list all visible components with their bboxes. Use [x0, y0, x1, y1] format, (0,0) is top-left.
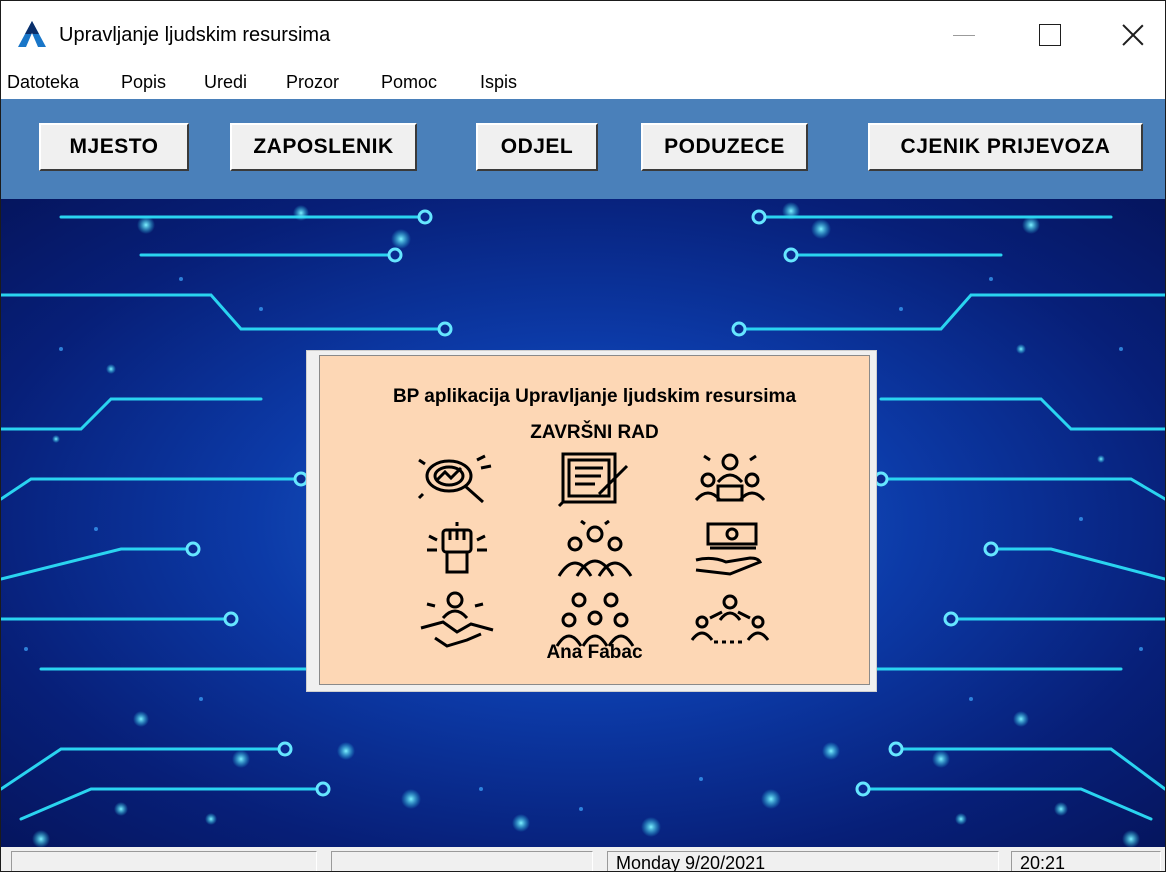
team-meeting-icon — [694, 453, 766, 502]
cjenik-prijevoza-button[interactable]: CJENIK PRIJEVOZA — [868, 123, 1143, 171]
author-name: Ana Fabac — [546, 642, 643, 663]
application-window: Upravljanje ljudskim resursima Datoteka … — [0, 0, 1166, 872]
window-title: Upravljanje ljudskim resursima — [59, 24, 331, 46]
magnifier-analysis-icon — [417, 454, 492, 504]
splash-subtitle: ZAVRŠNI RAD — [530, 422, 659, 443]
splash-title: BP aplikacija Upravljanje ljudskim resur… — [392, 386, 797, 407]
menu-bar: Datoteka Popis Uredi Prozor Pomoc Ispis — [1, 69, 1165, 99]
title-bar[interactable]: Upravljanje ljudskim resursima — [1, 1, 1165, 69]
splash-content: BP aplikacija Upravljanje ljudskim resur… — [319, 355, 870, 685]
document-edit-icon — [557, 452, 629, 508]
toolbar: MJESTO ZAPOSLENIK ODJEL PODUZECE CJENIK … — [1, 99, 1165, 199]
minimize-icon — [953, 34, 975, 36]
close-button[interactable] — [1089, 1, 1165, 69]
odjel-button[interactable]: ODJEL — [476, 123, 598, 171]
crowd-people-icon — [555, 592, 635, 647]
menu-uredi[interactable]: Uredi — [204, 72, 247, 93]
network-people-icon — [690, 594, 770, 644]
menu-datoteka[interactable]: Datoteka — [7, 72, 79, 93]
menu-pomoc[interactable]: Pomoc — [381, 72, 437, 93]
zaposlenik-button[interactable]: ZAPOSLENIK — [230, 123, 417, 171]
status-panel-2 — [331, 851, 593, 871]
splash-dialog: BP aplikacija Upravljanje ljudskim resur… — [306, 350, 877, 692]
fist-power-icon — [427, 522, 487, 574]
team-group-icon — [557, 520, 633, 577]
handshake-icon — [420, 591, 494, 648]
maximize-icon — [1039, 24, 1061, 46]
maximize-button[interactable] — [1006, 1, 1094, 69]
close-icon — [1122, 24, 1144, 46]
status-panel-1 — [11, 851, 317, 871]
minimize-button[interactable] — [920, 1, 1008, 69]
status-bar: Monday 9/20/2021 20:21 — [1, 847, 1165, 871]
menu-popis[interactable]: Popis — [121, 72, 166, 93]
app-triangle-icon — [18, 21, 46, 47]
status-date: Monday 9/20/2021 — [607, 851, 999, 871]
mjesto-button[interactable]: MJESTO — [39, 123, 189, 171]
status-time: 20:21 — [1011, 851, 1161, 871]
poduzece-button[interactable]: PODUZECE — [641, 123, 808, 171]
menu-ispis[interactable]: Ispis — [480, 72, 517, 93]
money-hand-icon — [695, 522, 763, 576]
menu-prozor[interactable]: Prozor — [286, 72, 339, 93]
